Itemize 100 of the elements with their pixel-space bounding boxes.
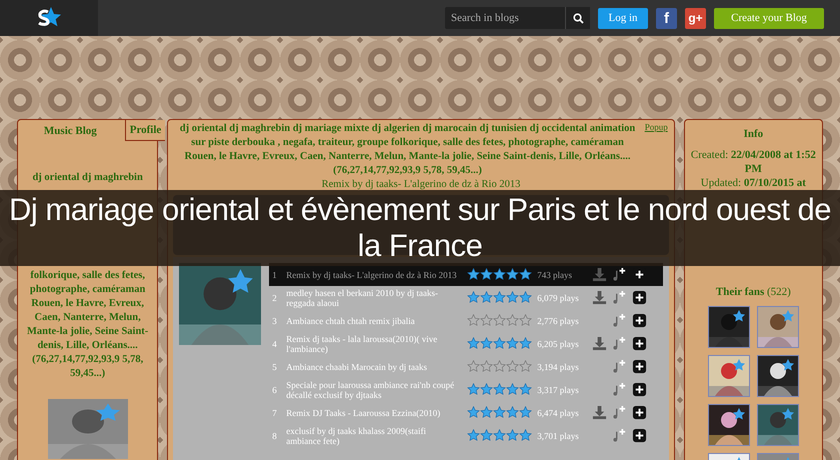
star-icon: [506, 337, 520, 350]
track-title: Speciale pour laaroussa ambiance rai'nb coupé décallé exclusif by djtaaks: [286, 380, 456, 400]
blog-description: folkorique, salle des fetes, photographe, caméraman Rouen, le Havre, Evreux, Caen, Nanterre, Melun, Mante-la jolie, Seine Saint-denis, Lille, Orléans.... (76,27,14,77,92,93,9 5,78, 59,45...): [26, 269, 150, 381]
track-row[interactable]: 8 exclusif by dj taaks khalass 2009(staifi ambiance fete) 3,701 plays: [269, 424, 663, 447]
star-icon: [493, 314, 506, 327]
star-icon: [480, 268, 494, 281]
add-icon[interactable]: [632, 290, 648, 305]
track-row[interactable]: 7 Remix DJ Taaks - Laaroussa Ezzina(2010) 6,474 plays: [269, 401, 663, 424]
blog-description: dj oriental dj maghrebin: [31, 171, 144, 185]
created-date: Created: 22/04/2008 at 1:52 PM: [690, 148, 817, 176]
star-icon: [519, 314, 532, 327]
login-button[interactable]: Log in: [598, 8, 648, 28]
add-icon[interactable]: [632, 313, 648, 328]
star-icon: [467, 314, 480, 327]
star-icon: [506, 268, 520, 281]
star-icon: [480, 337, 494, 350]
star-icon: [519, 406, 532, 419]
play-count: 6,474 plays: [537, 408, 580, 418]
play-count: 3,701 plays: [537, 430, 580, 440]
play-count: 3,194 plays: [537, 362, 580, 372]
download-icon[interactable]: [592, 405, 608, 420]
star-icon: [467, 268, 480, 281]
star-icon: [493, 337, 506, 350]
add-icon[interactable]: [632, 382, 648, 397]
add-icon[interactable]: [632, 405, 648, 420]
play-count: 2,776 plays: [537, 316, 580, 326]
star-icon: [493, 383, 506, 396]
star-icon: [506, 314, 520, 327]
star-icon: [480, 429, 494, 442]
star-icon: [519, 383, 532, 396]
track-number: 8: [272, 430, 278, 440]
star-icon: [467, 360, 480, 373]
star-icon: [506, 291, 520, 304]
star-icon: [519, 360, 532, 373]
updated-date: Updated: 07/10/2015 at: [700, 176, 806, 190]
track-number: 2: [272, 292, 278, 302]
star-icon: [467, 383, 480, 396]
track-number: 6: [272, 384, 278, 394]
star-icon: [467, 291, 480, 304]
info-title: Info: [744, 128, 764, 140]
star-icon: [493, 268, 506, 281]
track-number: 5: [272, 362, 278, 372]
search-button[interactable]: [565, 7, 590, 29]
page-title: Dj mariage oriental et évènement sur Paris et le nord ouest de la France: [8, 192, 832, 264]
star-icon: [493, 291, 506, 304]
star-icon: [480, 360, 494, 373]
add-music-icon[interactable]: [612, 267, 628, 282]
add-icon[interactable]: [632, 359, 648, 374]
star-icon: [480, 314, 494, 327]
search-field[interactable]: Search in blogs: [445, 7, 565, 29]
track-number: 3: [272, 316, 278, 326]
track-row[interactable]: 5 Ambiance chaabi Marocain by dj taaks 3,194 plays: [269, 355, 663, 378]
track-number: 1: [272, 270, 278, 280]
track-number: 4: [272, 338, 278, 348]
tab[interactable]: Profile: [124, 120, 166, 141]
track-title: Remix by dj taaks- L'algerino de dz à Rio 2013: [286, 270, 458, 280]
star-icon: [519, 429, 532, 442]
now-playing-title: Remix by dj taaks- L'algerino de dz à Rio 2013: [320, 178, 522, 192]
download-icon[interactable]: [592, 336, 608, 351]
track-title: exclusif by dj taaks khalass 2009(staifi ambiance fete): [286, 426, 428, 446]
star-icon: [506, 383, 520, 396]
track-title: medley hasen el berkani 2010 by dj taaks-reggada alaoui: [286, 288, 439, 308]
blog-description: dj oriental dj maghrebin dj mariage mixte dj algerien dj marocain dj tunisien dj occidental animation sur piste derbouka , negafa, traiteur, groupe folkorique, salle des fetes, photographe, caméraman Rouen, le Havre, Evreux, Caen, Nanterre, Melun, Mante-la jolie, Seine Saint-denis, Lille, Orléans.... (76,27,14,77,92,93,9 5,78, 59,45...): [178, 122, 636, 178]
star-icon: [493, 429, 506, 442]
star-icon: [480, 406, 494, 419]
track-title: Remix dj taaks - lala laroussa(2010)( vive l'ambiance): [286, 334, 438, 354]
star-icon: [480, 291, 494, 304]
track-title: Remix DJ Taaks - Laaroussa Ezzina(2010): [286, 408, 442, 418]
download-icon[interactable]: [592, 290, 608, 305]
play-count: 6,205 plays: [537, 338, 580, 348]
star-icon: [519, 268, 532, 281]
star-icon: [493, 406, 506, 419]
star-icon: [506, 406, 520, 419]
facebook-button[interactable]: f: [656, 8, 677, 28]
star-icon: [519, 291, 532, 304]
add-icon[interactable]: [632, 428, 648, 443]
create-blog-button[interactable]: Create your Blog: [714, 8, 824, 28]
star-icon: [467, 406, 480, 419]
track-row[interactable]: 6 Speciale pour laaroussa ambiance rai'nb coupé décallé exclusif by djtaaks 3,317 plays: [269, 378, 663, 401]
track-row[interactable]: 2 medley hasen el berkani 2010 by dj taaks-reggada alaoui 6,079 plays: [269, 286, 663, 309]
tab[interactable]: Music Blog: [18, 120, 123, 141]
star-icon: [480, 383, 494, 396]
download-icon[interactable]: [592, 267, 608, 282]
track-row[interactable]: 4 Remix dj taaks - lala laroussa(2010)( vive l'ambiance) 6,205 plays: [269, 332, 663, 355]
add-icon[interactable]: [632, 336, 648, 351]
track-number: 7: [272, 408, 278, 418]
star-icon: [519, 337, 532, 350]
fans-title: Their fans (522): [716, 286, 791, 298]
star-icon: [467, 337, 480, 350]
star-icon: [506, 360, 520, 373]
play-count: 6,079 plays: [537, 292, 580, 302]
track-row[interactable]: 3 Ambiance chtah chtah remix jibalia 2,776 plays: [269, 309, 663, 332]
star-icon: [493, 360, 506, 373]
star-icon: [506, 429, 520, 442]
play-count: 743 plays: [537, 270, 574, 280]
star-icon: [467, 429, 480, 442]
google-plus-button[interactable]: g+: [685, 8, 706, 28]
popup-link[interactable]: Popup: [644, 122, 668, 178]
search-icon[interactable]: [572, 12, 584, 24]
track-title: Ambiance chaabi Marocain by dj taaks: [286, 362, 428, 372]
